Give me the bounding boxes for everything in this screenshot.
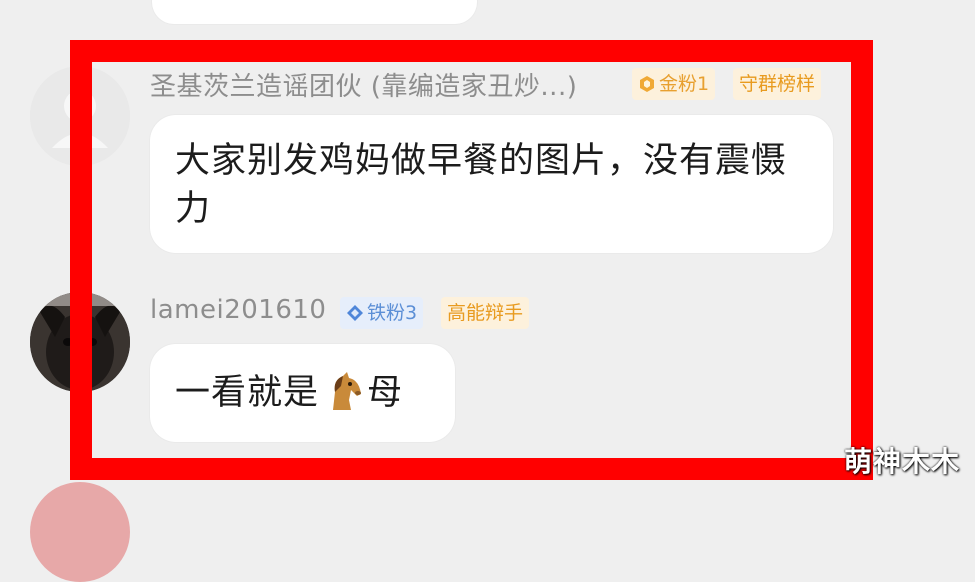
- watermark: 萌神木木: [843, 445, 960, 478]
- avatar[interactable]: [30, 482, 130, 582]
- previous-comment-bubble: [152, 0, 477, 24]
- highlight-frame: [70, 40, 873, 480]
